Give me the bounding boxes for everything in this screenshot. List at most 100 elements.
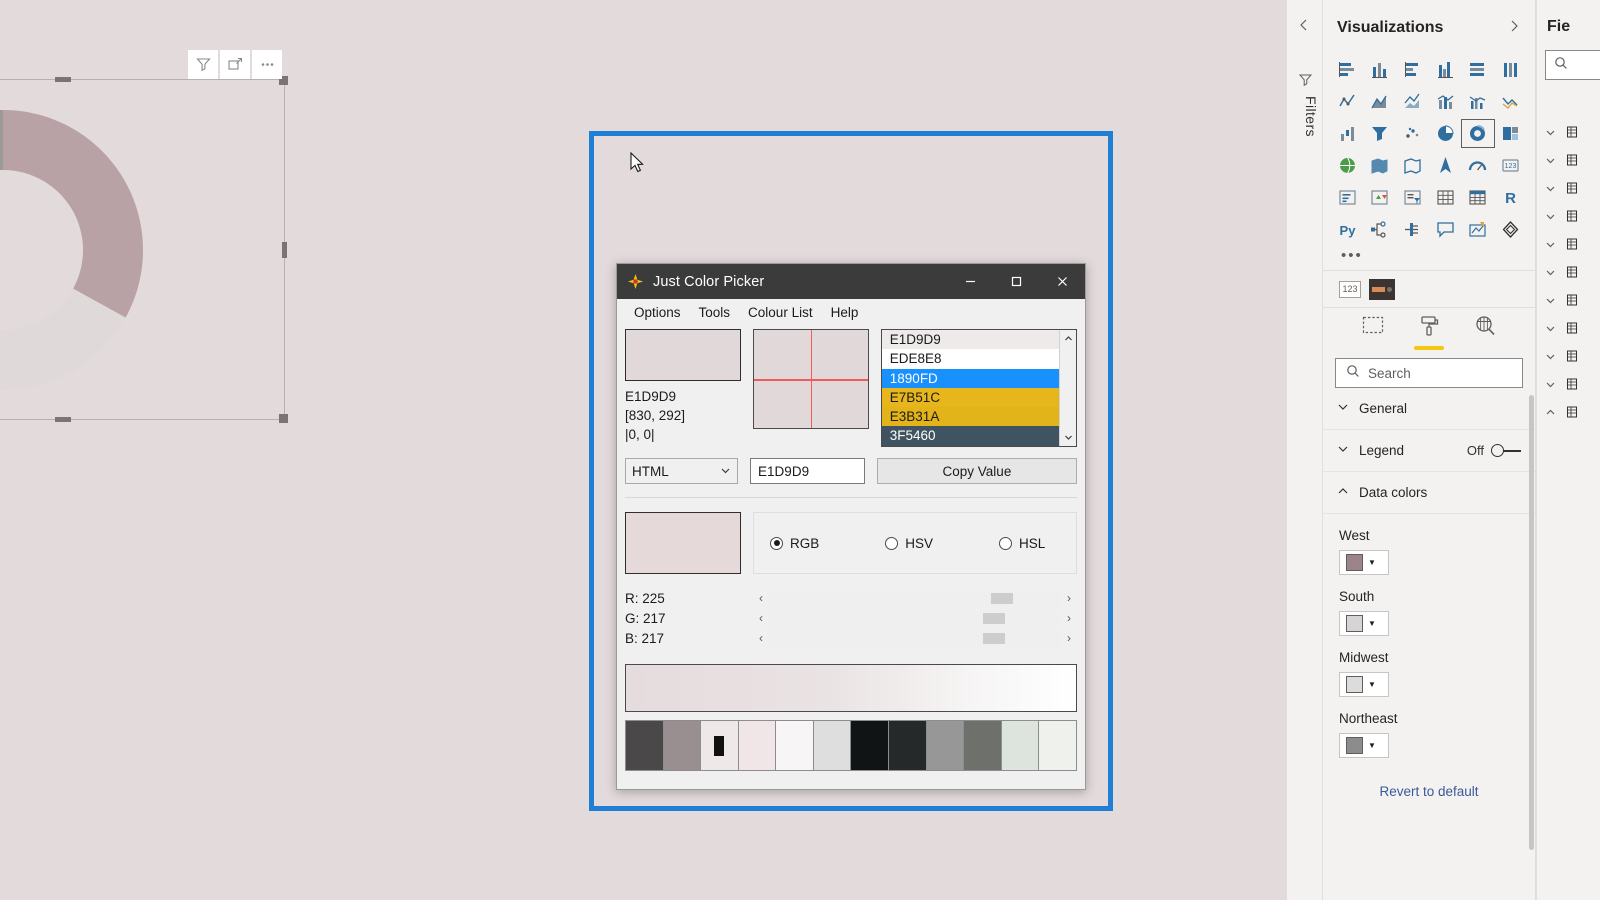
data-color-picker[interactable]: ▼ <box>1339 733 1389 758</box>
chevron-left-icon[interactable] <box>1297 18 1311 37</box>
field-indicator-row[interactable]: 123 <box>1323 271 1535 307</box>
palette-swatch[interactable] <box>701 721 739 770</box>
slider-track[interactable] <box>769 589 1061 607</box>
field-table-row[interactable] <box>1537 232 1600 260</box>
hex-value-input[interactable]: E1D9D9 <box>750 458 865 484</box>
chevron-down-icon[interactable]: ▼ <box>1368 741 1376 750</box>
slider-thumb[interactable] <box>982 632 1005 644</box>
chevron-down-icon[interactable] <box>1545 377 1556 395</box>
field-table-row[interactable] <box>1537 204 1600 232</box>
colour-list-item[interactable]: EDE8E8 <box>881 349 1059 369</box>
close-icon[interactable] <box>1039 264 1085 299</box>
chevron-down-icon[interactable] <box>1545 209 1556 227</box>
visual-selection-frame[interactable] <box>0 76 288 423</box>
slider-left-arrow-icon[interactable]: ‹ <box>753 631 769 645</box>
format-paint-roller-icon[interactable] <box>1412 314 1446 350</box>
colour-list-item[interactable]: 3F5460 <box>881 426 1059 446</box>
radio-hsl[interactable]: HSL <box>999 536 1045 551</box>
menu-bar[interactable]: Options Tools Colour List Help <box>617 299 1085 325</box>
chevron-down-icon[interactable]: ▼ <box>1368 680 1376 689</box>
chevron-down-icon[interactable] <box>1545 293 1556 311</box>
field-table-row[interactable] <box>1537 148 1600 176</box>
ellipsis-icon[interactable]: ••• <box>1323 243 1535 270</box>
line-stacked-column-icon[interactable] <box>1429 88 1462 115</box>
chevron-down-icon[interactable] <box>1545 153 1556 171</box>
colour-list-scrollbar[interactable] <box>1059 330 1076 446</box>
slider-thumb[interactable] <box>990 592 1013 604</box>
channel-slider-row[interactable]: B: 217 ‹ › <box>625 628 1077 648</box>
resize-handle-bottom-right[interactable] <box>279 414 288 423</box>
multi-row-card-icon[interactable] <box>1331 184 1364 211</box>
area-chart-icon[interactable] <box>1364 88 1397 115</box>
toggle-switch[interactable] <box>1491 444 1521 457</box>
map-icon[interactable] <box>1331 152 1364 179</box>
colour-list-item[interactable]: E1D9D9 <box>881 330 1059 350</box>
saved-colors-palette[interactable] <box>625 720 1077 771</box>
chevron-down-icon[interactable] <box>1545 321 1556 339</box>
smart-narrative-icon[interactable] <box>1462 216 1495 243</box>
scrollbar-track[interactable] <box>1060 347 1076 429</box>
scatter-chart-icon[interactable] <box>1396 120 1429 147</box>
visualizations-pane[interactable]: Visualizations 123 R Py ••• 123 Search G… <box>1322 0 1535 900</box>
r-script-visual-icon[interactable]: R <box>1494 184 1527 211</box>
data-color-picker[interactable]: ▼ <box>1339 550 1389 575</box>
line-clustered-column-icon[interactable] <box>1462 88 1495 115</box>
slider-right-arrow-icon[interactable]: › <box>1061 611 1077 625</box>
palette-swatch[interactable] <box>626 721 664 770</box>
kpi-icon[interactable] <box>1364 184 1397 211</box>
slider-track[interactable] <box>769 629 1061 647</box>
palette-swatch[interactable] <box>926 721 965 770</box>
format-select[interactable]: HTML <box>625 458 739 484</box>
funnel-icon[interactable] <box>1364 120 1397 147</box>
matrix-icon[interactable] <box>1462 184 1495 211</box>
palette-swatch[interactable] <box>738 721 777 770</box>
channel-slider-row[interactable]: G: 217 ‹ › <box>625 608 1077 628</box>
donut-chart-icon[interactable] <box>1460 119 1496 148</box>
more-options-icon[interactable] <box>252 50 282 79</box>
color-model-radio-group[interactable]: RGB HSV HSL <box>753 512 1077 574</box>
slider-left-arrow-icon[interactable]: ‹ <box>753 611 769 625</box>
100-stacked-column-chart-icon[interactable] <box>1494 56 1527 83</box>
slider-right-arrow-icon[interactable]: › <box>1061 631 1077 645</box>
clustered-column-chart-icon[interactable] <box>1429 56 1462 83</box>
channel-sliders[interactable]: R: 225 ‹ › G: 217 ‹ › B: 217 ‹ › <box>625 588 1077 648</box>
legend-toggle[interactable]: Off <box>1467 443 1521 458</box>
visual-header-toolbar[interactable] <box>188 50 282 79</box>
stacked-bar-chart-icon[interactable] <box>1331 56 1364 83</box>
format-tab-strip[interactable] <box>1323 308 1535 352</box>
decomposition-tree-icon[interactable] <box>1364 216 1397 243</box>
palette-swatch[interactable] <box>663 721 702 770</box>
visual-type-grid[interactable]: 123 R Py <box>1323 56 1535 243</box>
key-influencers-icon[interactable] <box>1396 216 1429 243</box>
card-icon[interactable]: 123 <box>1494 152 1527 179</box>
menu-item-tools[interactable]: Tools <box>690 303 740 322</box>
search-input[interactable]: Search <box>1335 358 1523 388</box>
colour-list[interactable]: E1D9D9 EDE8E8 1890FD E7B51C E3B31A 3F5460 <box>880 329 1077 447</box>
line-chart-icon[interactable] <box>1331 88 1364 115</box>
focus-mode-icon[interactable] <box>220 50 250 79</box>
field-table-row[interactable] <box>1537 260 1600 288</box>
colour-list-item[interactable]: E7B51C <box>881 387 1059 408</box>
revert-to-default-link[interactable]: Revert to default <box>1323 784 1535 799</box>
slicer-icon[interactable] <box>1396 184 1429 211</box>
section-legend[interactable]: Legend Off <box>1323 430 1535 472</box>
data-color-picker[interactable]: ▼ <box>1339 672 1389 697</box>
chevron-down-icon[interactable] <box>1545 181 1556 199</box>
colour-list-item[interactable]: 1890FD <box>881 368 1059 388</box>
section-data-colors[interactable]: Data colors <box>1323 472 1535 514</box>
section-general[interactable]: General <box>1323 388 1535 430</box>
chevron-down-icon[interactable] <box>1545 125 1556 143</box>
chevron-down-icon[interactable] <box>1545 237 1556 255</box>
field-table-row[interactable] <box>1537 288 1600 316</box>
radio-hsv[interactable]: HSV <box>885 536 933 551</box>
palette-swatch[interactable] <box>851 721 890 770</box>
field-table-row[interactable] <box>1537 372 1600 400</box>
analytics-magnifier-icon[interactable] <box>1468 314 1502 346</box>
filter-outline-icon[interactable] <box>1298 72 1313 92</box>
shape-map-icon[interactable] <box>1396 152 1429 179</box>
colour-list-item[interactable]: E3B31A <box>881 407 1059 427</box>
treemap-icon[interactable] <box>1494 120 1527 147</box>
chevron-down-icon[interactable]: ▼ <box>1368 558 1376 567</box>
palette-swatch[interactable] <box>1001 721 1040 770</box>
copy-value-button[interactable]: Copy Value <box>876 458 1077 484</box>
